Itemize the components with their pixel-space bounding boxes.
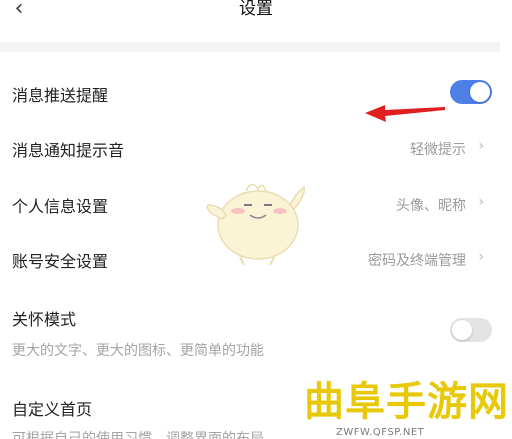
setting-label: 账号安全设置 [12, 252, 109, 271]
setting-value: 头像、昵称 [396, 198, 466, 214]
chevron-right-icon: › [478, 249, 484, 265]
setting-value: 密码及终端管理 [368, 253, 466, 269]
arrow-shape [365, 105, 445, 122]
annotation-arrow [365, 105, 445, 122]
mascot-watermark-icon [206, 183, 306, 266]
setting-label: 个人信息设置 [12, 197, 109, 216]
care-toggle[interactable] [450, 318, 492, 342]
setting-row-care[interactable]: 关怀模式 更大的文字、更大的图标、更简单的功能 [0, 296, 500, 366]
setting-label: 消息通知提示音 [12, 141, 125, 160]
setting-label: 消息推送提醒 [12, 86, 109, 105]
toggle-knob [452, 320, 472, 340]
chevron-right-icon: › [478, 194, 484, 210]
setting-description: 更大的文字、更大的图标、更简单的功能 [12, 343, 264, 359]
toggle-knob [470, 82, 490, 102]
page-title: 设置 [239, 0, 273, 19]
section-divider [0, 42, 500, 52]
setting-row-sound[interactable]: 消息通知提示音 轻微提示 › [0, 120, 500, 176]
watermark-title: 曲阜手游网 [304, 378, 509, 425]
setting-value: 轻微提示 [410, 142, 466, 158]
watermark-url: ZWFW.QFSP.NET [336, 427, 425, 438]
push-toggle[interactable] [450, 80, 492, 104]
setting-label: 自定义首页 [12, 400, 93, 419]
chevron-right-icon: › [478, 138, 484, 154]
header-bar: ‹ 设置 [0, 0, 512, 40]
setting-label: 关怀模式 [12, 310, 77, 329]
setting-description: 可根据自己的使用习惯，调整界面的布局 [12, 431, 264, 439]
